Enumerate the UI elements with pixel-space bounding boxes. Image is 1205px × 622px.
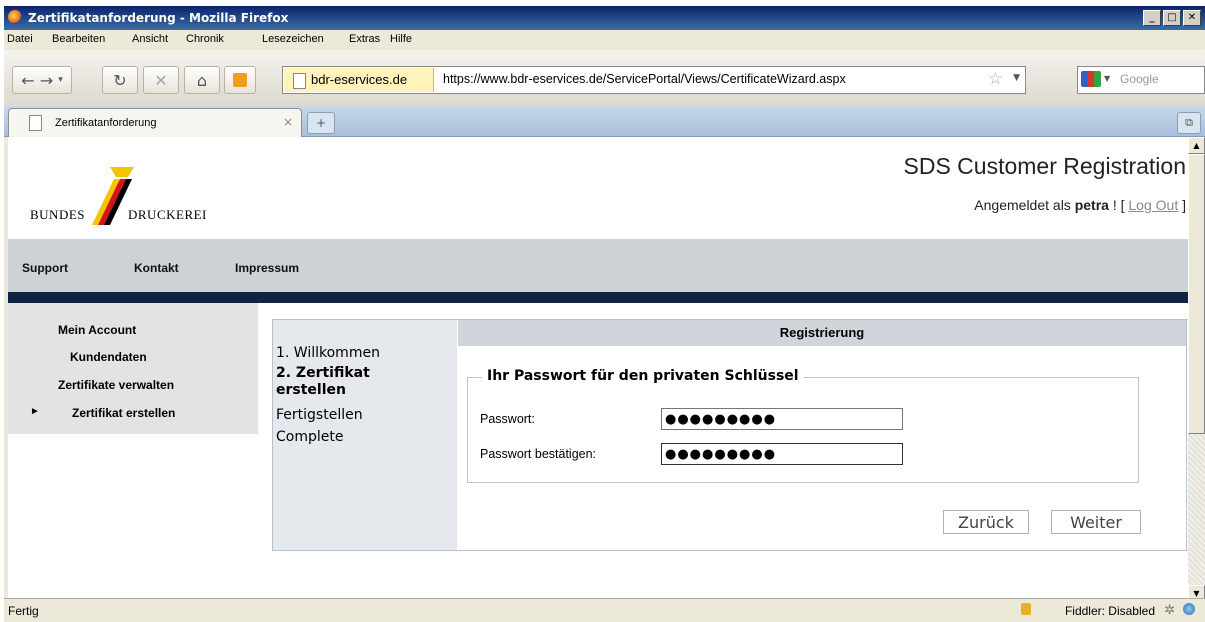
status-text: Fertig: [8, 604, 39, 618]
confirm-password-label: Passwort bestätigen:: [480, 447, 597, 461]
bug-icon[interactable]: ✲: [1164, 602, 1175, 618]
navigation-toolbar: ← → ▾ ↻ ✕ ⌂ bdr-eservices.de https://www…: [4, 50, 1205, 107]
home-icon: ⌂: [196, 70, 208, 90]
certificate-wizard: 1. Willkommen 2. Zertifikat erstellen Fe…: [272, 319, 1188, 551]
menu-bearbeiten[interactable]: Bearbeiten: [52, 33, 105, 45]
tab-strip: Zertifikatanforderung × + ⧉: [4, 106, 1205, 137]
url-dropdown-icon[interactable]: ▼: [1013, 73, 1020, 83]
browser-window: Zertifikatanforderung - Mozilla Firefox …: [4, 6, 1205, 622]
top-navigation: Support Kontakt Impressum: [8, 239, 1188, 292]
search-engine-dropdown-icon[interactable]: ▼: [1104, 74, 1110, 83]
menu-lesezeichen[interactable]: Lesezeichen: [262, 33, 324, 45]
page-icon: [293, 73, 306, 89]
logo-text-right: DRUCKEREI: [128, 207, 207, 222]
password-field[interactable]: ●●●●●●●●●: [661, 408, 903, 430]
password-fieldset: Ihr Passwort für den privaten Schlüssel …: [467, 368, 1139, 483]
stop-button[interactable]: ✕: [143, 66, 179, 94]
sidebar-item-zertifikat-erstellen[interactable]: Zertifikat erstellen: [72, 406, 175, 420]
search-bar[interactable]: ▼ Google: [1077, 66, 1205, 94]
menu-chronik[interactable]: Chronik: [186, 33, 224, 45]
login-prefix: Angemeldet als: [974, 197, 1075, 213]
panel-title: Registrierung: [458, 320, 1186, 346]
nav-kontakt[interactable]: Kontakt: [134, 261, 179, 275]
sidebar-item-zertifikate-verwalten[interactable]: Zertifikate verwalten: [58, 378, 174, 392]
wizard-steps: 1. Willkommen 2. Zertifikat erstellen Fe…: [273, 320, 457, 550]
username: petra: [1074, 197, 1109, 213]
sidebar: Mein Account Kundendaten Zertifikate ver…: [8, 303, 258, 434]
menu-ansicht[interactable]: Ansicht: [132, 33, 168, 45]
globe-icon[interactable]: [1183, 603, 1195, 615]
page-icon: [29, 115, 42, 131]
status-bar: Fertig Fiddler: Disabled ✲: [4, 598, 1205, 622]
menu-datei[interactable]: Datei: [7, 33, 33, 45]
nav-support[interactable]: Support: [22, 261, 68, 275]
new-tab-button[interactable]: +: [307, 112, 335, 134]
site-identity-button[interactable]: bdr-eservices.de: [284, 68, 434, 92]
menu-hilfe[interactable]: Hilfe: [390, 33, 412, 45]
site-identity-label: bdr-eservices.de: [311, 72, 408, 87]
search-engine-icon[interactable]: [1081, 71, 1101, 87]
registration-panel: Registrierung Ihr Passwort für den priva…: [458, 320, 1187, 550]
back-button[interactable]: Zurück: [943, 510, 1029, 534]
search-input[interactable]: Google: [1120, 72, 1159, 86]
next-button[interactable]: Weiter: [1051, 510, 1141, 534]
bundesdruckerei-logo: BUNDES DRUCKEREI: [30, 167, 220, 227]
fiddler-status[interactable]: Fiddler: Disabled: [1065, 604, 1155, 618]
menu-bar: Datei Bearbeiten Ansicht Chronik Lesezei…: [4, 30, 1205, 50]
list-all-tabs-icon[interactable]: ⧉: [1177, 112, 1201, 134]
forward-arrow-icon[interactable]: →: [40, 71, 53, 90]
history-dropdown-icon[interactable]: ▾: [58, 75, 63, 85]
password-label: Passwort:: [480, 412, 535, 426]
login-suffix: ]: [1178, 197, 1186, 213]
login-status: Angemeldet als petra ! [ Log Out ]: [974, 197, 1186, 213]
confirm-password-field[interactable]: ●●●●●●●●●: [661, 443, 903, 465]
tab-label: Zertifikatanforderung: [55, 117, 157, 129]
scrollbar-thumb[interactable]: [1188, 154, 1205, 434]
sidebar-item-mein-account[interactable]: Mein Account: [58, 323, 136, 337]
site-title: SDS Customer Registration: [903, 153, 1187, 179]
page-content: BUNDES DRUCKEREI SDS Customer Registrati…: [8, 137, 1188, 602]
address-bar[interactable]: bdr-eservices.de https://www.bdr-eservic…: [282, 66, 1026, 94]
tab-close-icon[interactable]: ×: [283, 115, 293, 129]
step-fertigstellen: Fertigstellen: [276, 407, 363, 423]
minimize-button[interactable]: _: [1143, 10, 1161, 26]
maximize-button[interactable]: □: [1163, 10, 1181, 26]
url-text[interactable]: https://www.bdr-eservices.de/ServicePort…: [443, 72, 846, 86]
back-forward-button[interactable]: ← → ▾: [12, 66, 72, 94]
active-arrow-icon: ►: [30, 406, 40, 417]
vertical-scrollbar[interactable]: ▲ ▼: [1188, 137, 1205, 602]
title-bar: Zertifikatanforderung - Mozilla Firefox …: [4, 6, 1205, 30]
feed-button[interactable]: [224, 66, 256, 94]
tab-zertifikatanforderung[interactable]: Zertifikatanforderung ×: [8, 108, 302, 137]
close-button[interactable]: ✕: [1183, 10, 1201, 26]
lock-icon[interactable]: [1021, 603, 1031, 615]
step-willkommen: 1. Willkommen: [276, 345, 380, 361]
stop-icon: ✕: [154, 70, 168, 90]
logout-link[interactable]: Log Out: [1128, 197, 1178, 213]
home-button[interactable]: ⌂: [184, 66, 220, 94]
sidebar-item-kundendaten[interactable]: Kundendaten: [70, 350, 147, 364]
back-arrow-icon[interactable]: ←: [21, 71, 34, 90]
window-title: Zertifikatanforderung - Mozilla Firefox: [28, 11, 289, 25]
firefox-icon: [8, 10, 22, 24]
login-mid: ! [: [1108, 197, 1129, 213]
reload-icon: ↻: [113, 70, 127, 90]
scroll-up-icon[interactable]: ▲: [1188, 137, 1205, 154]
menu-extras[interactable]: Extras: [349, 33, 380, 45]
step-zertifikat-erstellen: 2. Zertifikat erstellen: [276, 365, 370, 398]
bookmark-star-icon[interactable]: ☆: [988, 69, 1003, 89]
reload-button[interactable]: ↻: [102, 66, 138, 94]
nav-impressum[interactable]: Impressum: [235, 261, 299, 275]
step-complete: Complete: [276, 429, 344, 445]
rss-icon: [233, 73, 247, 87]
logo-text-left: BUNDES: [30, 207, 86, 222]
nav-divider: [8, 292, 1188, 303]
fieldset-legend: Ihr Passwort für den privaten Schlüssel: [482, 368, 804, 384]
